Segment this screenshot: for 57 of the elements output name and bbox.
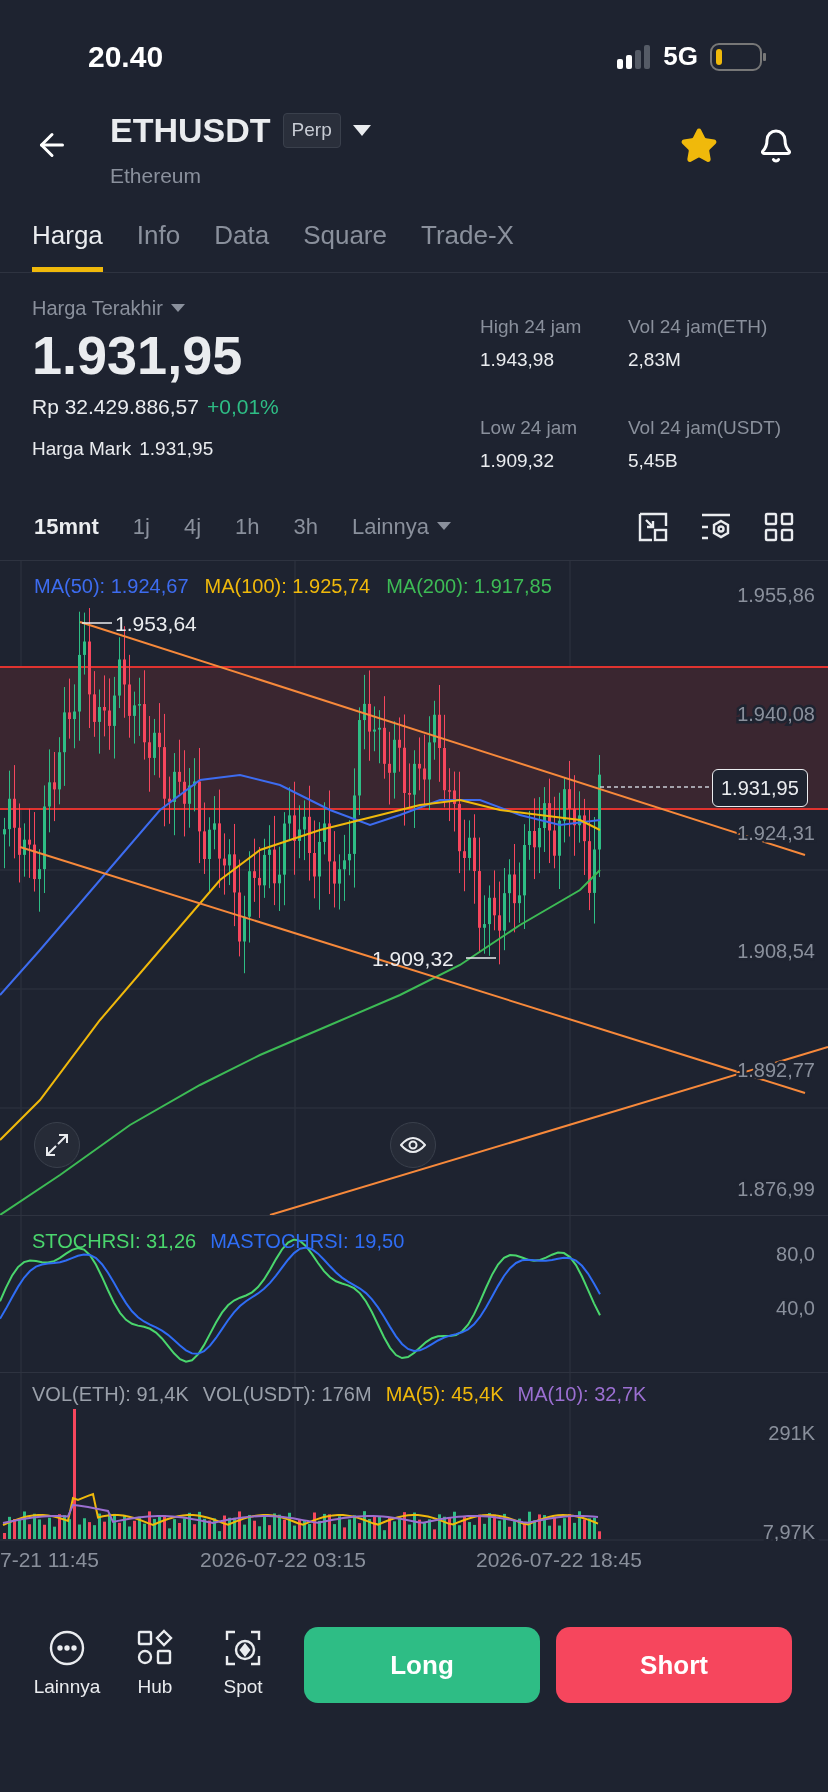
current-price-tag: 1.931,95: [712, 769, 808, 807]
axis-label: 1.940,08: [737, 702, 815, 725]
axis-label: 291K: [768, 1422, 815, 1444]
interval-tab[interactable]: 3h: [293, 510, 318, 543]
short-button[interactable]: Short: [556, 1627, 792, 1703]
mark-price: 1.931,95: [139, 436, 214, 461]
stat-label: High 24 jam: [480, 315, 583, 339]
high-marker: 1.953,64: [115, 612, 197, 635]
stat-value: 2,83M: [628, 347, 682, 372]
stat-label: Vol 24 jam(USDT): [628, 416, 783, 440]
ma-legend: MA(50): 1.924,67: [34, 571, 189, 601]
price-type-label: Harga Terakhir: [32, 296, 163, 321]
ma-legend: MA(200): 1.917,85: [386, 571, 552, 601]
interval-tab[interactable]: 1j: [132, 510, 150, 543]
price-change: +0,01%: [207, 394, 279, 420]
axis-label: 7,97K: [762, 1521, 815, 1541]
stat-label: Vol 24 jam(ETH): [628, 315, 769, 339]
stat-label: Low 24 jam: [480, 416, 579, 440]
time-label: 7-21 11:45: [0, 1547, 100, 1574]
interval-tab[interactable]: 15mnt: [34, 510, 99, 543]
perp-tag: Perp: [282, 113, 341, 148]
tab[interactable]: Data: [214, 216, 270, 272]
fiat-price: Rp 32.429.886,57: [32, 394, 199, 420]
nav-item[interactable]: Hub: [124, 1628, 186, 1702]
tab[interactable]: Trade-X: [420, 216, 514, 272]
coin-name: Ethereum: [110, 163, 203, 189]
stoch-legend: MASTOCHRSI: 19,50: [210, 1226, 405, 1256]
axis-label: 1.876,99: [737, 1178, 815, 1200]
axis-label: 1.924,31: [737, 821, 815, 844]
tab[interactable]: Info: [136, 216, 181, 272]
symbol-title: ETHUSDT: [110, 110, 271, 151]
stoch-legend: STOCHRSI: 31,26: [32, 1226, 197, 1256]
axis-label: 40,0: [776, 1297, 815, 1319]
interval-tab[interactable]: 1h: [235, 510, 260, 543]
time-label: 2026-07-22 18:45: [476, 1547, 642, 1574]
status-time: 20.40: [88, 39, 164, 75]
stat-value: 1.943,98: [480, 347, 555, 372]
tab[interactable]: Harga: [32, 216, 103, 272]
axis-label: 80,0: [776, 1243, 815, 1265]
last-price: 1.931,95: [32, 324, 244, 387]
volume-legend: VOL(USDT): 176M: [202, 1379, 372, 1409]
axis-label: 1.908,54: [737, 940, 815, 963]
tab[interactable]: Square: [303, 216, 387, 272]
more-intervals-button[interactable]: Lainnya: [352, 510, 452, 543]
axis-label: 1.955,86: [737, 584, 815, 606]
stat-value: 5,45B: [628, 448, 679, 473]
interval-tab[interactable]: 4j: [183, 510, 202, 543]
stat-value: 1.909,32: [480, 448, 555, 473]
nav-item[interactable]: Spot: [212, 1628, 274, 1702]
volume-legend: VOL(ETH): 91,4K: [32, 1379, 189, 1409]
volume-legend: MA(10): 32,7K: [517, 1379, 647, 1409]
volume-legend: MA(5): 45,4K: [385, 1379, 504, 1409]
low-marker: 1.909,32: [372, 947, 454, 970]
network-label: 5G: [663, 40, 698, 73]
mark-price-label: Harga Mark: [32, 436, 132, 461]
ma-legend: MA(100): 1.925,74: [204, 571, 371, 601]
time-label: 2026-07-22 03:15: [200, 1547, 367, 1574]
